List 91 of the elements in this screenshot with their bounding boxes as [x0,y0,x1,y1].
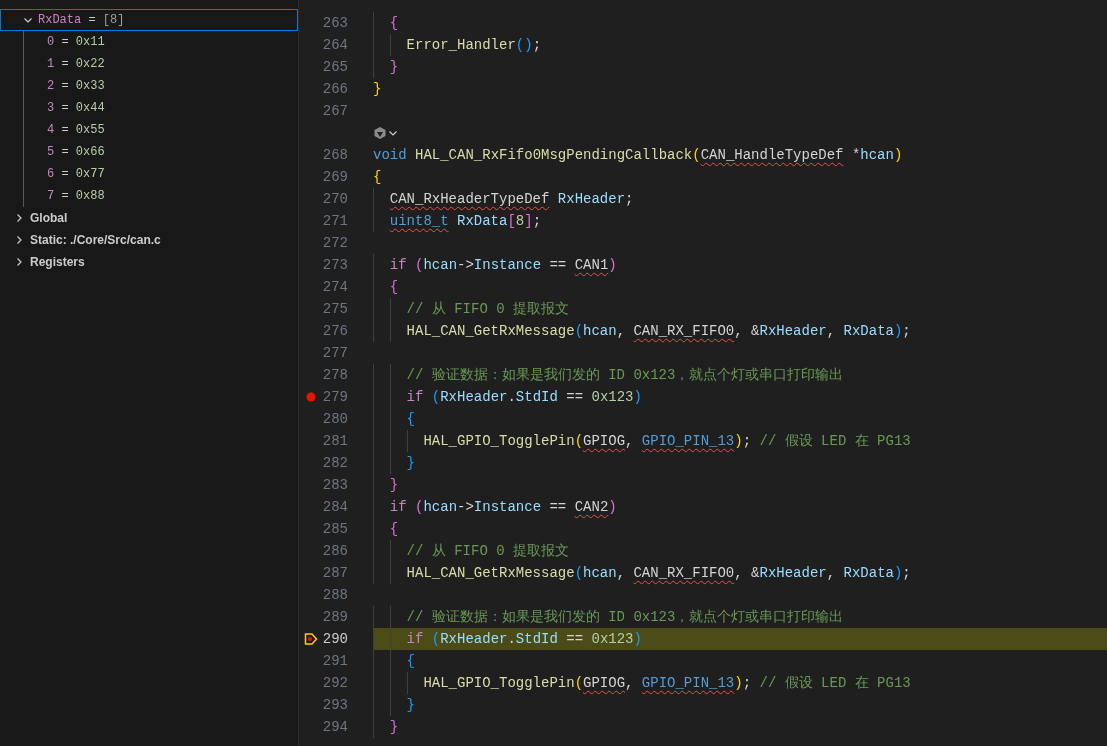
line-number: 291 [321,651,348,671]
scope-row[interactable]: Static: ./Core/Src/can.c [0,229,298,251]
line-number: 281 [321,431,348,451]
code-line: Error_Handler(); [406,35,542,55]
code-line: { [406,409,415,429]
line-number: 276 [321,321,348,341]
chevron-down-icon[interactable] [388,128,398,138]
scope-row[interactable]: Registers [0,251,298,273]
scope-label: Global [30,210,68,227]
code-line: if (RxHeader.StdId == 0x123) [406,387,642,407]
code-line: // 验证数据：如果是我们发的 ID 0x123，就点个灯或串口打印输出 [406,607,844,627]
line-number: 283 [321,475,348,495]
scope-label: Static: ./Core/Src/can.c [30,232,161,249]
code-line: if (hcan->Instance == CAN1) [389,255,617,275]
code-line: // 从 FIFO 0 提取报文 [406,299,569,319]
code-line: } [406,695,415,715]
line-number: 263 [321,13,348,33]
code-line: // 从 FIFO 0 提取报文 [406,541,569,561]
code-line: HAL_CAN_GetRxMessage(hcan, CAN_RX_FIFO0, &RxHeader, RxData); [406,563,911,583]
code-line: { [373,167,382,187]
line-number: 269 [321,167,348,187]
code-line: // 验证数据：如果是我们发的 ID 0x123，就点个灯或串口打印输出 [406,365,844,385]
breakpoint-icon[interactable] [306,392,316,402]
code-line: { [389,519,399,539]
line-number: 282 [321,453,348,473]
variable-label: RxData = [8] [38,12,125,29]
code-line: } [373,79,382,99]
variable-label: 7 = 0x88 [47,188,105,205]
chevron-right-icon[interactable] [14,213,24,223]
line-number: 271 [321,211,348,231]
code-line: void HAL_CAN_RxFifo0MsgPendingCallback(CAN_HandleTypeDef *hcan) [373,145,903,165]
code-line: HAL_CAN_GetRxMessage(hcan, CAN_RX_FIFO0, &RxHeader, RxData); [406,321,911,341]
code-line: uint8_t RxData[8]; [389,211,542,231]
code-line: if (RxHeader.StdId == 0x123) [406,629,642,649]
line-number: 293 [321,695,348,715]
line-number: 270 [321,189,348,209]
line-number: 285 [321,519,348,539]
code-line: } [406,453,415,473]
variable-row[interactable]: 1 = 0x22 [24,53,298,75]
variable-row[interactable]: 0 = 0x11 [24,31,298,53]
line-number: 294 [321,717,348,737]
variable-label: 5 = 0x66 [47,144,105,161]
variable-row[interactable]: 7 = 0x88 [24,185,298,207]
variable-label: 1 = 0x22 [47,56,105,73]
line-number: 274 [321,277,348,297]
variable-label: 2 = 0x33 [47,78,105,95]
line-number: 277 [321,343,348,363]
variable-row[interactable]: 3 = 0x44 [24,97,298,119]
code-line: if (hcan->Instance == CAN2) [389,497,617,517]
line-number: 273 [321,255,348,275]
scope-row[interactable]: Global [0,207,298,229]
line-number: 267 [321,101,348,121]
line-number: 287 [321,563,348,583]
line-number: 279 [321,387,348,407]
line-number: 288 [321,585,348,605]
variable-label: 0 = 0x11 [47,34,105,51]
code-line: HAL_GPIO_TogglePin(GPIOG, GPIO_PIN_13); // 假设 LED 在 PG13 [423,431,911,451]
line-number: 264 [321,35,348,55]
line-number: 265 [321,57,348,77]
variable-row[interactable]: RxData = [8] [0,9,298,31]
variable-row[interactable]: 6 = 0x77 [24,163,298,185]
line-number: 289 [321,607,348,627]
code-line: { [406,651,415,671]
line-number: 268 [321,145,348,165]
variable-row[interactable]: 4 = 0x55 [24,119,298,141]
line-number: 290 [321,629,348,649]
line-number: 286 [321,541,348,561]
line-number: 280 [321,409,348,429]
variable-row[interactable]: 5 = 0x66 [24,141,298,163]
line-number: 272 [321,233,348,253]
line-number: 278 [321,365,348,385]
chevron-right-icon[interactable] [14,235,24,245]
scope-label: Registers [30,254,85,271]
code-line: CAN_RxHeaderTypeDef RxHeader; [389,189,634,209]
variable-label: 3 = 0x44 [47,100,105,117]
code-line: HAL_GPIO_TogglePin(GPIOG, GPIO_PIN_13); // 假设 LED 在 PG13 [423,673,911,693]
code-line: } [389,57,399,77]
code-line: } [389,717,399,737]
variable-label: 4 = 0x55 [47,122,105,139]
chevron-right-icon[interactable] [14,257,24,267]
line-number: 292 [321,673,348,693]
line-number: 266 [321,79,348,99]
code-line: { [389,13,399,33]
variable-row[interactable]: 2 = 0x33 [24,75,298,97]
chevron-down-icon[interactable] [23,15,33,25]
code-line: } [389,475,399,495]
code-line: { [389,277,399,297]
hexagon-icon[interactable] [373,126,387,140]
variable-label: 6 = 0x77 [47,166,105,183]
line-number: 275 [321,299,348,319]
line-number: 284 [321,497,348,517]
